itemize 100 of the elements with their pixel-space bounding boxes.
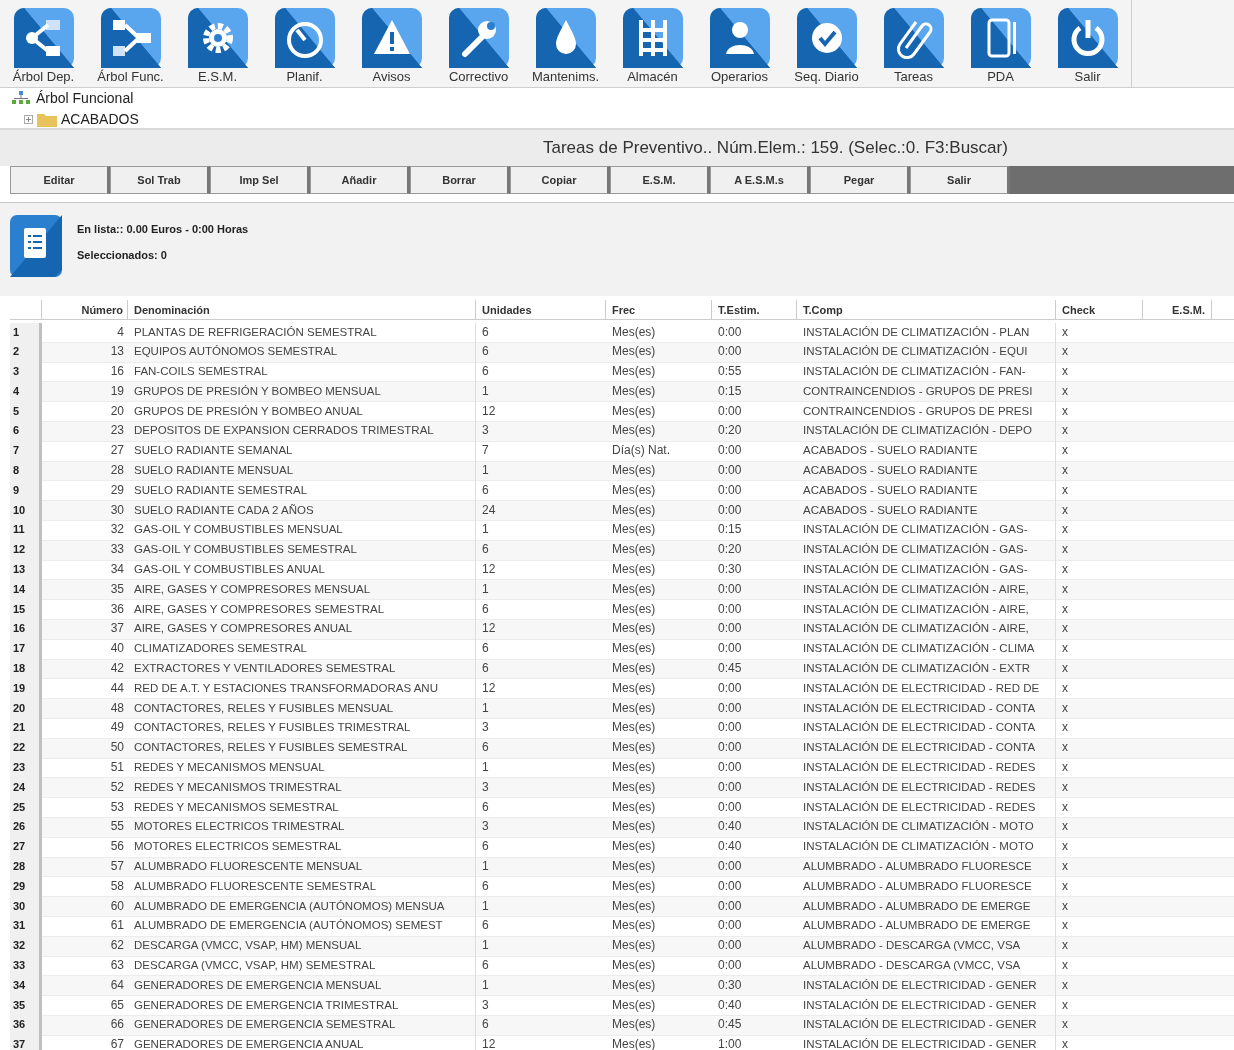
table-cell-text: Mes(es) (611, 620, 657, 638)
toolbar-button[interactable]: Almacén (609, 0, 696, 88)
row-number: 18 (10, 659, 42, 679)
table-cell-text: x (1061, 877, 1069, 895)
person-icon (709, 8, 770, 68)
column-header[interactable]: Denominación (128, 299, 476, 320)
toolbar-button[interactable]: Correctivo (435, 0, 522, 88)
table-cell-text: 0:00 (717, 481, 743, 499)
row-number: 25 (10, 797, 42, 818)
warning-icon (361, 8, 422, 68)
table-cell: CONTACTORES, RELES Y FUSIBLES MENSUAL (128, 698, 476, 719)
table-cell-text: 0:00 (717, 620, 743, 638)
column-header[interactable]: Check (1056, 299, 1143, 320)
table-cell-text: 40 (109, 640, 125, 658)
row-number: 17 (10, 639, 42, 660)
table-cell-text: Mes(es) (611, 363, 657, 381)
table-cell-text: 12 (481, 679, 497, 697)
toolbar-button[interactable]: Tareas (870, 0, 957, 88)
table-cell-text: 3 (481, 778, 490, 796)
table-cell: SUELO RADIANTE SEMESTRAL (128, 480, 476, 501)
row-number: 1 (10, 322, 42, 343)
table-cell-text: Mes(es) (611, 798, 657, 816)
table-cell-text: 1:00 (717, 1036, 743, 1050)
column-header[interactable]: E.S.M. (1143, 299, 1212, 320)
action-button[interactable]: Imp Sel (210, 166, 310, 194)
column-header[interactable]: Unidades (476, 299, 606, 320)
table-cell-text: Mes(es) (611, 719, 657, 737)
row-number: 15 (10, 599, 42, 620)
table-cell-text: 27 (109, 442, 125, 460)
power-icon (1057, 8, 1118, 68)
expand-icon[interactable] (24, 114, 33, 124)
action-button[interactable]: Pegar (810, 166, 910, 194)
table-cell-text: 0:00 (717, 897, 743, 915)
table-cell-text: 0:00 (717, 640, 743, 658)
toolbar-button[interactable]: Planif. (261, 0, 348, 88)
table-cell-text: 13 (109, 343, 125, 361)
toolbar-button[interactable]: Árbol Dep. (0, 0, 87, 88)
action-button[interactable]: Añadir (310, 166, 410, 194)
table-cell-text: 0:40 (717, 996, 743, 1014)
table-cell-text: 1 (481, 580, 490, 598)
action-button[interactable]: E.S.M. (610, 166, 710, 194)
table-cell-text: 0:00 (717, 699, 743, 717)
toolbar-button[interactable]: Salir (1044, 0, 1131, 88)
row-number: 2 (10, 342, 42, 363)
paperclip-icon (883, 8, 944, 68)
table-cell: ACABADOS - SUELO RADIANTE (797, 461, 1056, 481)
toolbar-button[interactable]: Árbol Func. (87, 0, 174, 88)
table-cell: RED DE A.T. Y ESTACIONES TRANSFORMADORAS ANU (128, 678, 476, 699)
table-cell: INSTALACIÓN DE ELECTRICIDAD - REDES (797, 758, 1056, 778)
toolbar-button[interactable]: Mantenims. (522, 0, 609, 88)
table-cell-text: x (1061, 442, 1069, 460)
toolbar-button[interactable]: PDA (957, 0, 1044, 88)
row-number: 23 (10, 758, 42, 778)
table-cell: INSTALACIÓN DE ELECTRICIDAD - CONTA (797, 718, 1056, 739)
column-header[interactable]: T.Estim. (712, 299, 797, 320)
table-cell-text: Mes(es) (611, 996, 657, 1014)
row-number: 19 (10, 678, 42, 699)
table-cell-text: x (1061, 739, 1069, 757)
table-cell-text: Mes(es) (611, 481, 657, 499)
table-cell-text: 0:40 (717, 838, 743, 856)
tree-icon (12, 91, 30, 105)
table-cell: INSTALACIÓN DE CLIMATIZACIÓN - CLIMA (797, 639, 1056, 660)
table-cell-text: 66 (109, 1016, 125, 1034)
toolbar-button[interactable]: E.S.M. (174, 0, 261, 88)
table-cell-text: 57 (109, 858, 125, 875)
table-cell: GENERADORES DE EMERGENCIA TRIMESTRAL (128, 995, 476, 1016)
table-cell-text: 1 (481, 382, 490, 400)
table-cell-text: 55 (109, 818, 125, 836)
action-button[interactable]: Editar (10, 166, 110, 194)
table-cell-text: 16 (109, 363, 125, 381)
table-cell-text: 6 (481, 600, 490, 618)
row-number: 21 (10, 718, 42, 739)
table-cell: INSTALACIÓN DE CLIMATIZACIÓN - AIRE, (797, 619, 1056, 640)
table-cell: INSTALACIÓN DE CLIMATIZACIÓN - MOTO (797, 837, 1056, 857)
toolbar-button[interactable]: Avisos (348, 0, 435, 88)
action-button[interactable]: A E.S.M.s (710, 166, 810, 194)
list-totals: En lista:: 0.00 Euros - 0:00 Horas (77, 222, 249, 237)
toolbar-button[interactable]: Seq. Diario (783, 0, 870, 88)
column-header[interactable]: Número (42, 299, 128, 320)
action-button[interactable]: Copiar (510, 166, 610, 194)
table-cell-text: 6 (481, 1016, 490, 1034)
row-number: 8 (10, 461, 42, 481)
gear-icon (187, 8, 248, 68)
column-header[interactable]: T.Comp (797, 299, 1056, 320)
table-cell-text: Mes(es) (611, 382, 657, 400)
tree-root-label[interactable]: Árbol Funcional (36, 87, 134, 109)
table-cell: GENERADORES DE EMERGENCIA MENSUAL (128, 975, 476, 996)
column-header[interactable]: Frec (606, 299, 712, 320)
action-button[interactable]: Sol Trab (110, 166, 210, 194)
table-cell: GENERADORES DE EMERGENCIA ANUAL (128, 1035, 476, 1050)
toolbar-button[interactable]: Operarios (696, 0, 783, 88)
action-button[interactable]: Salir (910, 166, 1010, 194)
row-number: 5 (10, 401, 42, 422)
table-cell-text: 3 (481, 719, 490, 737)
table-cell: CLIMATIZADORES SEMESTRAL (128, 639, 476, 660)
table-cell-text: 6 (481, 660, 490, 678)
document-icon (10, 215, 62, 277)
table-cell-text: 7 (481, 442, 490, 460)
action-button[interactable]: Borrar (410, 166, 510, 194)
tree-item[interactable]: ACABADOS (61, 108, 139, 130)
